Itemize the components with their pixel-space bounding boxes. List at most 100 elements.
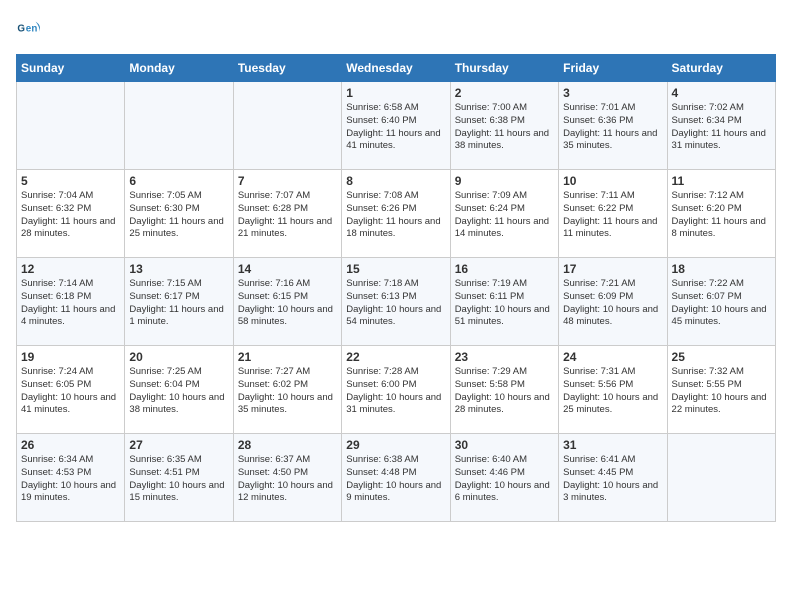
day-number: 23: [455, 350, 554, 364]
day-info: Sunrise: 7:18 AM Sunset: 6:13 PM Dayligh…: [346, 278, 445, 329]
day-info: Sunrise: 7:07 AM Sunset: 6:28 PM Dayligh…: [238, 190, 337, 241]
day-number: 4: [672, 86, 771, 100]
calendar-cell: 14Sunrise: 7:16 AM Sunset: 6:15 PM Dayli…: [233, 258, 341, 346]
calendar-cell: [17, 82, 125, 170]
day-info: Sunrise: 6:38 AM Sunset: 4:48 PM Dayligh…: [346, 454, 445, 505]
calendar-cell: 15 Sunrise: 7:18 AM Sunset: 6:13 PM Dayli…: [342, 258, 450, 346]
calendar-cell: [233, 82, 341, 170]
day-number: 22: [346, 350, 445, 364]
day-number: 11: [672, 174, 771, 188]
day-number: 9: [455, 174, 554, 188]
calendar-cell: 25 Sunrise: 7:32 AM Sunset: 5:55 PM Dayli…: [667, 346, 775, 434]
day-number: 12: [21, 262, 120, 276]
calendar-cell: 28 Sunrise: 6:37 AM Sunset: 4:50 PM Dayli…: [233, 434, 341, 522]
weekday-header-sunday: Sunday: [17, 55, 125, 82]
day-number: 10: [563, 174, 662, 188]
logo-icon: G e n: [16, 16, 44, 44]
day-info: Sunrise: 7:04 AM Sunset: 6:32 PM Dayligh…: [21, 190, 120, 241]
day-number: 5: [21, 174, 120, 188]
day-info: Sunrise: 7:28 AM Sunset: 6:00 PM Dayligh…: [346, 366, 445, 417]
calendar-cell: [125, 82, 233, 170]
calendar-cell: 22 Sunrise: 7:28 AM Sunset: 6:00 PM Dayli…: [342, 346, 450, 434]
day-number: 28: [238, 438, 337, 452]
weekday-header-friday: Friday: [559, 55, 667, 82]
day-info: Sunrise: 6:41 AM Sunset: 4:45 PM Dayligh…: [563, 454, 662, 505]
calendar-cell: 30 Sunrise: 6:40 AM Sunset: 4:46 PM Dayli…: [450, 434, 558, 522]
calendar-cell: 19Sunrise: 7:24 AM Sunset: 6:05 PM Dayli…: [17, 346, 125, 434]
weekday-header-monday: Monday: [125, 55, 233, 82]
day-info: Sunrise: 6:34 AM Sunset: 4:53 PM Dayligh…: [21, 454, 120, 505]
day-number: 3: [563, 86, 662, 100]
day-number: 14: [238, 262, 337, 276]
day-number: 29: [346, 438, 445, 452]
day-number: 15: [346, 262, 445, 276]
calendar-cell: 21Sunrise: 7:27 AM Sunset: 6:02 PM Dayli…: [233, 346, 341, 434]
calendar-cell: 11 Sunrise: 7:12 AM Sunset: 6:20 PM Dayli…: [667, 170, 775, 258]
day-info: Sunrise: 7:02 AM Sunset: 6:34 PM Dayligh…: [672, 102, 771, 153]
day-info: Sunrise: 7:31 AM Sunset: 5:56 PM Dayligh…: [563, 366, 662, 417]
calendar-cell: 6 Sunrise: 7:05 AM Sunset: 6:30 PM Daylig…: [125, 170, 233, 258]
day-number: 19: [21, 350, 120, 364]
weekday-header-tuesday: Tuesday: [233, 55, 341, 82]
logo: G e n: [16, 16, 48, 44]
day-info: Sunrise: 7:09 AM Sunset: 6:24 PM Dayligh…: [455, 190, 554, 241]
calendar-cell: 20Sunrise: 7:25 AM Sunset: 6:04 PM Dayli…: [125, 346, 233, 434]
day-info: Sunrise: 7:01 AM Sunset: 6:36 PM Dayligh…: [563, 102, 662, 153]
day-number: 2: [455, 86, 554, 100]
day-info: Sunrise: 6:40 AM Sunset: 4:46 PM Dayligh…: [455, 454, 554, 505]
calendar-cell: [667, 434, 775, 522]
day-number: 17: [563, 262, 662, 276]
calendar-cell: 9 Sunrise: 7:09 AM Sunset: 6:24 PM Daylig…: [450, 170, 558, 258]
day-info: Sunrise: 7:15 AM Sunset: 6:17 PM Dayligh…: [129, 278, 228, 329]
svg-text:G: G: [17, 23, 25, 34]
day-number: 13: [129, 262, 228, 276]
calendar-week-row: 1 Sunrise: 6:58 AM Sunset: 6:40 PM Daylig…: [17, 82, 776, 170]
day-info: Sunrise: 7:00 AM Sunset: 6:38 PM Dayligh…: [455, 102, 554, 153]
day-number: 25: [672, 350, 771, 364]
day-number: 31: [563, 438, 662, 452]
day-number: 6: [129, 174, 228, 188]
calendar-cell: 29 Sunrise: 6:38 AM Sunset: 4:48 PM Dayli…: [342, 434, 450, 522]
day-info: Sunrise: 7:29 AM Sunset: 5:58 PM Dayligh…: [455, 366, 554, 417]
calendar-cell: 27Sunrise: 6:35 AM Sunset: 4:51 PM Dayli…: [125, 434, 233, 522]
calendar-cell: 10 Sunrise: 7:11 AM Sunset: 6:22 PM Dayli…: [559, 170, 667, 258]
calendar-table: SundayMondayTuesdayWednesdayThursdayFrid…: [16, 54, 776, 522]
calendar-cell: 26Sunrise: 6:34 AM Sunset: 4:53 PM Dayli…: [17, 434, 125, 522]
day-number: 24: [563, 350, 662, 364]
day-number: 18: [672, 262, 771, 276]
day-number: 7: [238, 174, 337, 188]
day-info: Sunrise: 7:32 AM Sunset: 5:55 PM Dayligh…: [672, 366, 771, 417]
calendar-week-row: 12 Sunrise: 7:14 AM Sunset: 6:18 PM Dayli…: [17, 258, 776, 346]
day-number: 27: [129, 438, 228, 452]
calendar-week-row: 5 Sunrise: 7:04 AM Sunset: 6:32 PM Daylig…: [17, 170, 776, 258]
day-info: Sunrise: 7:12 AM Sunset: 6:20 PM Dayligh…: [672, 190, 771, 241]
calendar-cell: 8 Sunrise: 7:08 AM Sunset: 6:26 PM Daylig…: [342, 170, 450, 258]
calendar-cell: 4 Sunrise: 7:02 AM Sunset: 6:34 PM Daylig…: [667, 82, 775, 170]
day-number: 16: [455, 262, 554, 276]
day-number: 30: [455, 438, 554, 452]
weekday-header-row: SundayMondayTuesdayWednesdayThursdayFrid…: [17, 55, 776, 82]
calendar-cell: 18Sunrise: 7:22 AM Sunset: 6:07 PM Dayli…: [667, 258, 775, 346]
calendar-cell: 7 Sunrise: 7:07 AM Sunset: 6:28 PM Daylig…: [233, 170, 341, 258]
calendar-cell: 3 Sunrise: 7:01 AM Sunset: 6:36 PM Daylig…: [559, 82, 667, 170]
day-info: Sunrise: 6:37 AM Sunset: 4:50 PM Dayligh…: [238, 454, 337, 505]
calendar-week-row: 19Sunrise: 7:24 AM Sunset: 6:05 PM Dayli…: [17, 346, 776, 434]
calendar-cell: 24 Sunrise: 7:31 AM Sunset: 5:56 PM Dayli…: [559, 346, 667, 434]
weekday-header-wednesday: Wednesday: [342, 55, 450, 82]
day-info: Sunrise: 7:27 AM Sunset: 6:02 PM Dayligh…: [238, 366, 337, 417]
day-number: 8: [346, 174, 445, 188]
svg-text:n: n: [31, 23, 37, 34]
weekday-header-saturday: Saturday: [667, 55, 775, 82]
day-info: Sunrise: 7:05 AM Sunset: 6:30 PM Dayligh…: [129, 190, 228, 241]
weekday-header-thursday: Thursday: [450, 55, 558, 82]
calendar-cell: 31 Sunrise: 6:41 AM Sunset: 4:45 PM Dayli…: [559, 434, 667, 522]
day-number: 1: [346, 86, 445, 100]
day-info: Sunrise: 7:21 AM Sunset: 6:09 PM Dayligh…: [563, 278, 662, 329]
calendar-week-row: 26Sunrise: 6:34 AM Sunset: 4:53 PM Dayli…: [17, 434, 776, 522]
day-info: Sunrise: 7:11 AM Sunset: 6:22 PM Dayligh…: [563, 190, 662, 241]
day-info: Sunrise: 7:08 AM Sunset: 6:26 PM Dayligh…: [346, 190, 445, 241]
calendar-cell: 12 Sunrise: 7:14 AM Sunset: 6:18 PM Dayli…: [17, 258, 125, 346]
calendar-cell: 2 Sunrise: 7:00 AM Sunset: 6:38 PM Daylig…: [450, 82, 558, 170]
day-info: Sunrise: 7:14 AM Sunset: 6:18 PM Dayligh…: [21, 278, 120, 329]
day-info: Sunrise: 6:58 AM Sunset: 6:40 PM Dayligh…: [346, 102, 445, 153]
